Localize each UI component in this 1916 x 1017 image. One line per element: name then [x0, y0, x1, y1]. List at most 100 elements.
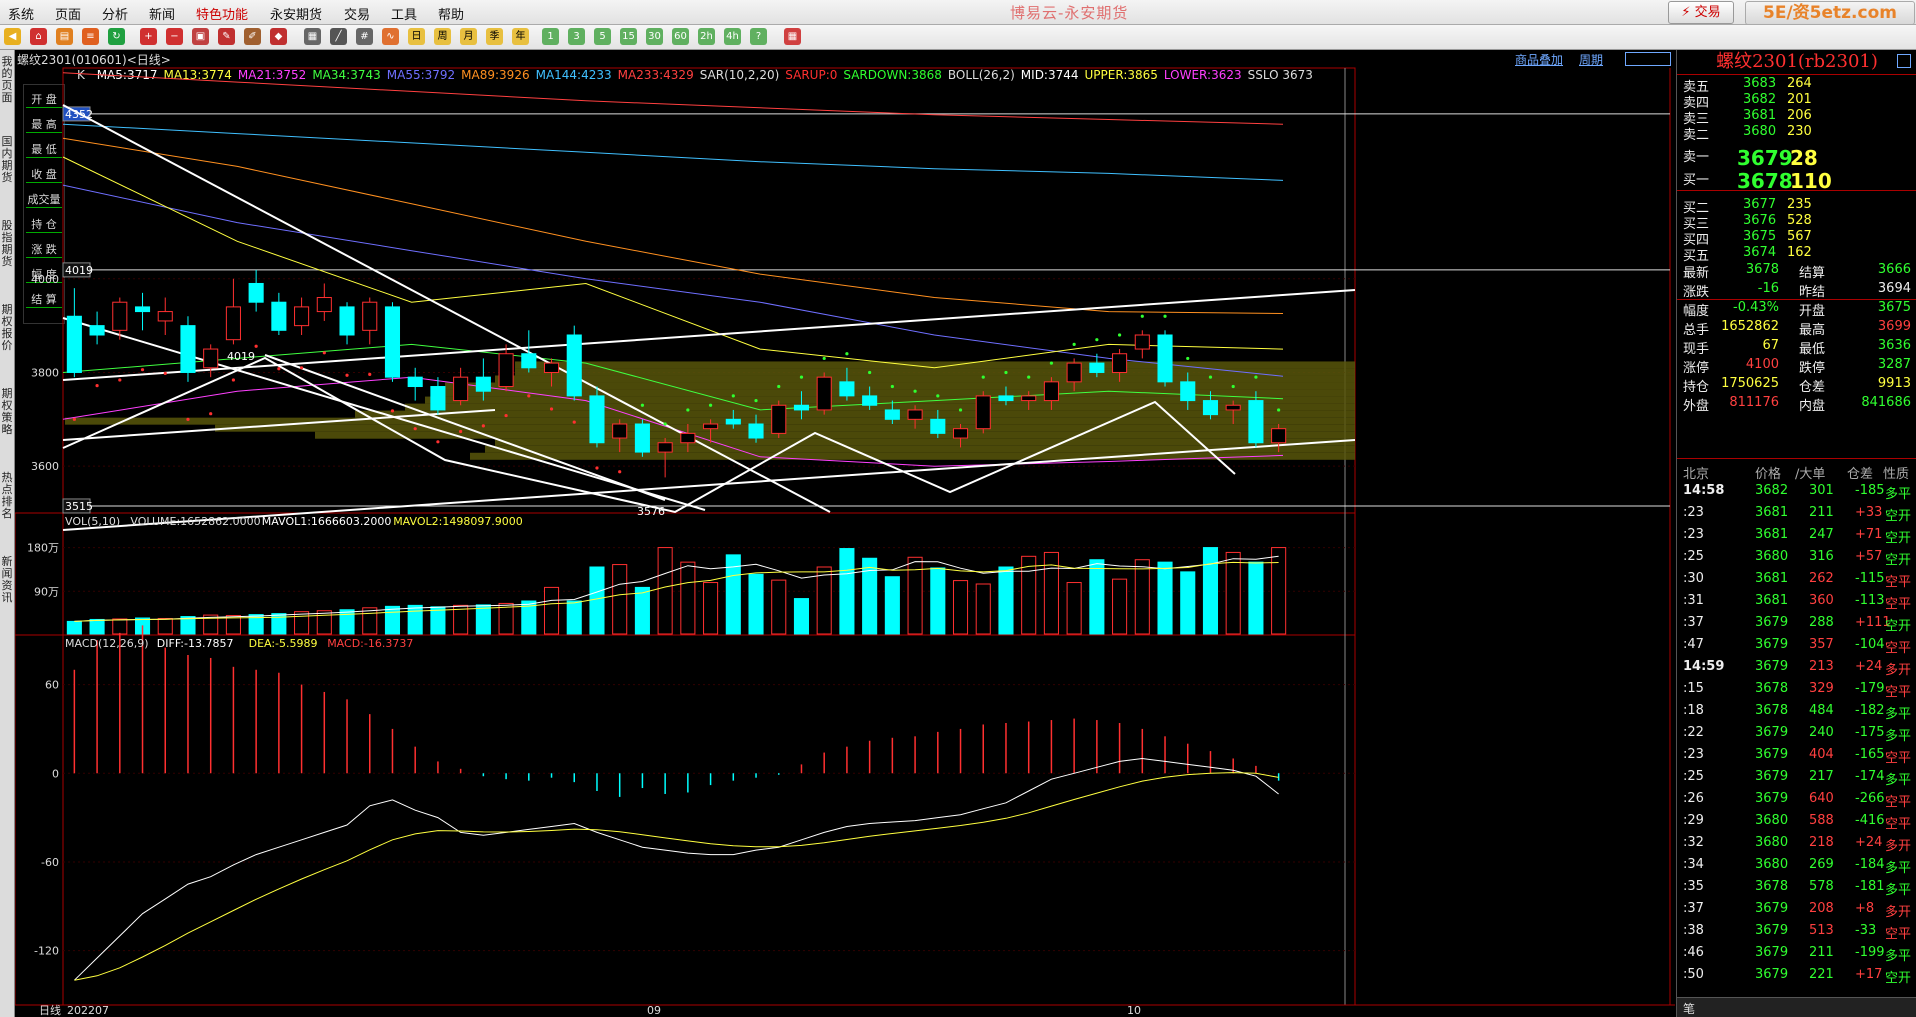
tick-row[interactable]: 14:59 3679 213 +24 多开 — [1677, 656, 1916, 678]
tick-row[interactable]: :34 3680 269 -184 多平 — [1677, 854, 1916, 876]
home-icon[interactable]: ⌂ — [30, 28, 47, 45]
sidebar-tab-news-info[interactable]: 新闻资讯 — [0, 556, 14, 604]
quote-stat-row[interactable]: 现手 67 最低 3636 — [1677, 336, 1916, 357]
menu-system[interactable]: 系统 — [8, 4, 34, 23]
sidebar-tab-option-strategy[interactable]: 期权策略 — [0, 388, 14, 436]
week-period-icon[interactable]: 周 — [434, 28, 451, 45]
volume-profile-bar — [495, 375, 1355, 383]
season-period-icon[interactable]: 季 — [486, 28, 503, 45]
menu-help[interactable]: 帮助 — [438, 4, 464, 23]
menu-news[interactable]: 新闻 — [149, 4, 175, 23]
table-icon[interactable]: ▦ — [304, 28, 321, 45]
quote-stat-row[interactable]: 涨停 4100 跌停 3287 — [1677, 355, 1916, 376]
min2h-icon[interactable]: 2h — [698, 28, 715, 45]
custom-period-icon[interactable]: ? — [750, 28, 767, 45]
quote-stat-row[interactable]: 幅度 -0.43% 开盘 3675 — [1677, 298, 1916, 319]
tick-row[interactable]: :15 3678 329 -179 空平 — [1677, 678, 1916, 700]
sar-dot — [140, 368, 145, 372]
stat-value: 3675 — [1877, 300, 1911, 315]
sar-dot — [1049, 361, 1054, 365]
tick-row[interactable]: :37 3679 208 +8 多开 — [1677, 898, 1916, 920]
calculator-icon[interactable]: ▦ — [784, 28, 801, 45]
tick-row[interactable]: :47 3679 357 -104 空平 — [1677, 634, 1916, 656]
tick-row[interactable]: :32 3680 218 +24 多开 — [1677, 832, 1916, 854]
zoom-out-icon[interactable]: − — [166, 28, 183, 45]
quote-stat-row[interactable]: 涨跌 -16 昨结 3694 — [1677, 279, 1916, 300]
grid-icon[interactable]: # — [356, 28, 373, 45]
min1-icon[interactable]: 1 — [542, 28, 559, 45]
trade-button[interactable]: ⚡ 交易 — [1668, 1, 1734, 24]
tick-volume: 301 — [1809, 483, 1834, 498]
tag-icon[interactable]: ◆ — [270, 28, 287, 45]
panel-toggle-icon[interactable] — [1897, 54, 1911, 68]
tick-row[interactable]: :23 3681 211 +33 空开 — [1677, 502, 1916, 524]
menu-tools[interactable]: 工具 — [391, 4, 417, 23]
min5-icon[interactable]: 5 — [594, 28, 611, 45]
min3-icon[interactable]: 3 — [568, 28, 585, 45]
tick-row[interactable]: :50 3679 221 +17 空开 — [1677, 964, 1916, 986]
month-period-icon[interactable]: 月 — [460, 28, 477, 45]
tick-time: :25 — [1683, 549, 1704, 564]
tick-row[interactable]: :22 3679 240 -175 多平 — [1677, 722, 1916, 744]
bid-row[interactable]: 买一 3678 110 — [1677, 167, 1916, 193]
sidebar-tab-my-page[interactable]: 我的页面 — [0, 56, 14, 104]
window-icon[interactable]: ▣ — [192, 28, 209, 45]
quote-stat-row[interactable]: 外盘 811176 内盘 841686 — [1677, 393, 1916, 414]
pen-icon[interactable]: ✎ — [218, 28, 235, 45]
tick-row[interactable]: :35 3678 578 -181 多平 — [1677, 876, 1916, 898]
candle-body — [339, 306, 355, 336]
tick-row[interactable]: :23 3679 404 -165 空平 — [1677, 744, 1916, 766]
ask-row[interactable]: 卖一 3679 28 — [1677, 144, 1916, 170]
indicator-icon[interactable]: ∿ — [382, 28, 399, 45]
quote-stat-row[interactable]: 持仓 1750625 仓差 9913 — [1677, 374, 1916, 395]
tick-row[interactable]: :25 3679 217 -174 多平 — [1677, 766, 1916, 788]
tick-row[interactable]: :37 3679 288 +111 空开 — [1677, 612, 1916, 634]
chart-area[interactable]: 螺纹2301(010601)<日线> 商品叠加 周期 K MA5:3717 MA1… — [15, 50, 1675, 1017]
volume-bar — [884, 576, 900, 635]
price-mark-label: 4019 — [65, 264, 93, 277]
quote-stat-row[interactable]: 最新 3678 结算 3666 — [1677, 260, 1916, 281]
year-period-icon[interactable]: 年 — [512, 28, 529, 45]
menu-yongan[interactable]: 永安期货 — [270, 4, 322, 23]
tick-row[interactable]: :46 3679 211 -199 多平 — [1677, 942, 1916, 964]
tick-row[interactable]: :38 3679 513 -33 空平 — [1677, 920, 1916, 942]
sidebar-tab-option-quotes[interactable]: 期权报价 — [0, 304, 14, 352]
tick-row[interactable]: :30 3681 262 -115 空平 — [1677, 568, 1916, 590]
tick-row[interactable]: :26 3679 640 -266 空平 — [1677, 788, 1916, 810]
sar-dot — [436, 440, 440, 444]
menu-features[interactable]: 特色功能 — [196, 4, 248, 23]
page-icon[interactable]: ▤ — [56, 28, 73, 45]
volume-bar — [771, 579, 787, 635]
menu-analysis[interactable]: 分析 — [102, 4, 128, 23]
refresh-icon[interactable]: ↻ — [108, 28, 125, 45]
sidebar-tab-domestic-futures[interactable]: 国内期货 — [0, 136, 14, 184]
line-tool-icon[interactable]: ╱ — [330, 28, 347, 45]
sar-dot — [822, 356, 826, 361]
price-tick-label: 3800 — [31, 366, 59, 379]
kline-chart-svg[interactable]: 40003800360043524019351540193576180万90万V… — [15, 50, 1675, 1017]
day-period-icon[interactable]: 日 — [408, 28, 425, 45]
ask-row[interactable]: 卖二 3680 230 — [1677, 122, 1916, 143]
min60-icon[interactable]: 60 — [672, 28, 689, 45]
sidebar-tab-index-futures[interactable]: 股指期货 — [0, 220, 14, 268]
quote-stat-row[interactable]: 总手 1652862 最高 3699 — [1677, 317, 1916, 338]
list-icon[interactable]: ≡ — [82, 28, 99, 45]
tick-row[interactable]: :25 3680 316 +57 空开 — [1677, 546, 1916, 568]
tick-row[interactable]: :18 3678 484 -182 多平 — [1677, 700, 1916, 722]
menu-page[interactable]: 页面 — [55, 4, 81, 23]
back-icon[interactable]: ◀ — [4, 28, 21, 45]
tick-row[interactable]: :29 3680 588 -416 空平 — [1677, 810, 1916, 832]
tick-row[interactable]: :31 3681 360 -113 空平 — [1677, 590, 1916, 612]
min15-icon[interactable]: 15 — [620, 28, 637, 45]
menu-trade[interactable]: 交易 — [344, 4, 370, 23]
brush-icon[interactable]: ✐ — [244, 28, 261, 45]
zoom-in-icon[interactable]: + — [140, 28, 157, 45]
tick-time: :25 — [1683, 769, 1704, 784]
tick-time: :37 — [1683, 901, 1704, 916]
tick-row[interactable]: 14:58 3682 301 -185 多平 — [1677, 480, 1916, 502]
tick-row[interactable]: :23 3681 247 +71 空开 — [1677, 524, 1916, 546]
sar-dot — [549, 407, 554, 411]
min30-icon[interactable]: 30 — [646, 28, 663, 45]
min4h-icon[interactable]: 4h — [724, 28, 741, 45]
sidebar-tab-hot-ranking[interactable]: 热点排名 — [0, 472, 14, 520]
